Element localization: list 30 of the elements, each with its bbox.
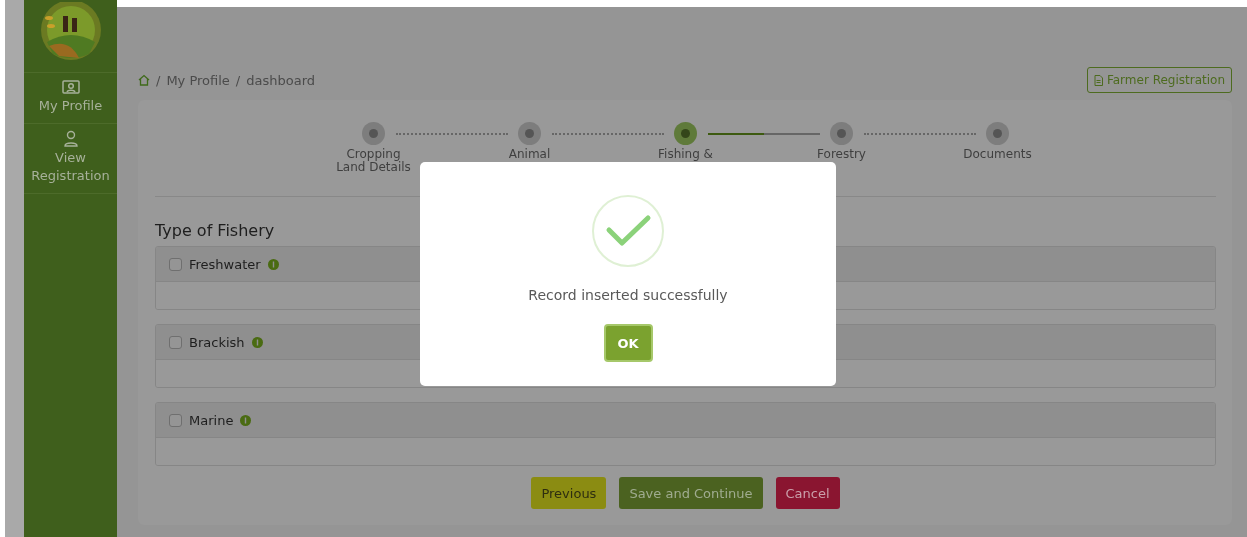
checkbox[interactable] [169, 257, 182, 271]
user-icon [62, 130, 79, 147]
save-button[interactable]: Save and Continue [619, 477, 763, 509]
home-icon[interactable] [138, 74, 150, 86]
ok-button[interactable]: OK [603, 324, 653, 362]
section-title: Type of Fishery [155, 221, 276, 240]
checkbox[interactable] [169, 413, 182, 427]
step-label: Documents [963, 148, 1032, 161]
option-label: Marine [189, 412, 234, 428]
breadcrumb-item[interactable]: dashboard [246, 72, 316, 88]
step-label: Forestry [817, 148, 866, 161]
option-label: Freshwater [189, 256, 261, 272]
dialog-message: Record inserted successfully [528, 287, 728, 303]
info-icon[interactable] [251, 336, 263, 348]
step-label: Fishing & [658, 148, 713, 161]
document-icon [1093, 74, 1103, 86]
farmer-registration-button[interactable]: Farmer Registration [1086, 67, 1232, 93]
option-label: Brackish [189, 334, 245, 350]
checkbox[interactable] [169, 335, 182, 349]
check-icon [592, 195, 664, 267]
breadcrumb-separator: / [156, 72, 161, 88]
cancel-button[interactable]: Cancel [775, 477, 840, 509]
step-label: Animal [508, 148, 551, 161]
profile-card-icon [61, 79, 80, 95]
breadcrumb-item[interactable]: My Profile [166, 72, 230, 88]
previous-button[interactable]: Previous [531, 477, 607, 509]
info-icon[interactable] [240, 414, 252, 426]
info-icon[interactable] [267, 258, 279, 270]
breadcrumb-separator: / [235, 72, 241, 88]
step-label: Cropping Land Details [336, 148, 411, 174]
